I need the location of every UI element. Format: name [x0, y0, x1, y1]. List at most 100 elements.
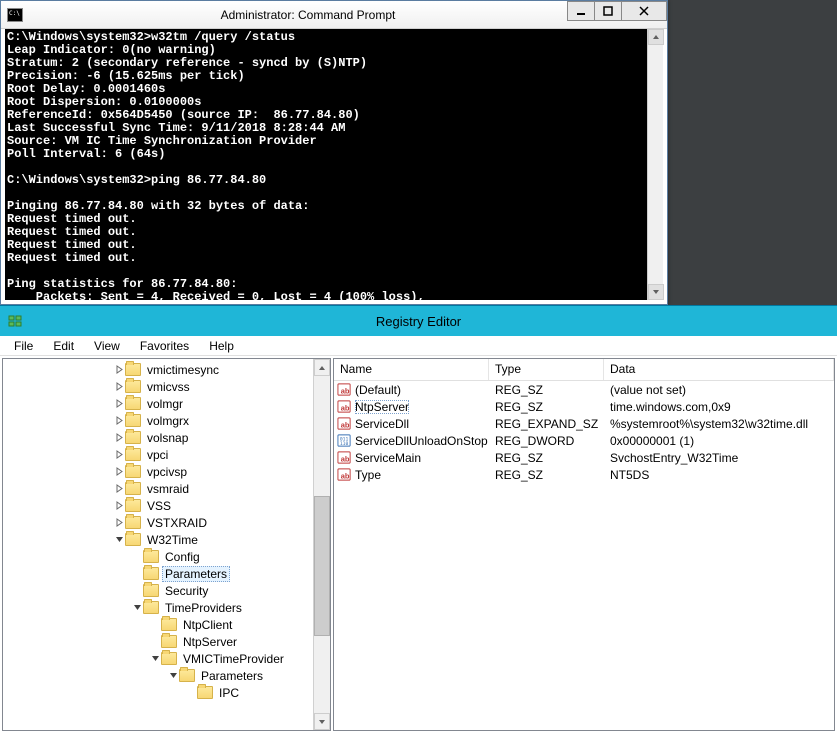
value-type: REG_SZ	[489, 383, 604, 397]
reg-title: Registry Editor	[32, 314, 829, 329]
tree-item[interactable]: VSS	[3, 497, 313, 514]
col-header-name[interactable]: Name	[334, 359, 489, 380]
tree-item-label: NtpServer	[180, 635, 240, 649]
expand-icon[interactable]	[113, 416, 125, 425]
tree-item[interactable]: W32Time	[3, 531, 313, 548]
menu-view[interactable]: View	[84, 337, 130, 355]
tree-item[interactable]: Security	[3, 582, 313, 599]
tree-item[interactable]: vsmraid	[3, 480, 313, 497]
tree-item[interactable]: vmicvss	[3, 378, 313, 395]
value-name: ServiceMain	[355, 451, 421, 465]
expand-icon[interactable]	[113, 535, 125, 544]
menu-file[interactable]: File	[4, 337, 43, 355]
tree-item[interactable]: volmgr	[3, 395, 313, 412]
tree-item[interactable]: Parameters	[3, 667, 313, 684]
tree-scroll-thumb[interactable]	[314, 496, 330, 636]
svg-text:ab: ab	[341, 471, 350, 480]
folder-icon	[125, 380, 141, 393]
svg-text:ab: ab	[341, 403, 350, 412]
folder-icon	[125, 363, 141, 376]
reg-menubar: File Edit View Favorites Help	[0, 336, 837, 356]
value-data: NT5DS	[604, 468, 834, 482]
string-value-icon: ab	[337, 467, 352, 482]
value-type: REG_SZ	[489, 400, 604, 414]
tree-item[interactable]: VMICTimeProvider	[3, 650, 313, 667]
registry-value-row[interactable]: abTypeREG_SZNT5DS	[334, 466, 834, 483]
folder-icon	[125, 482, 141, 495]
tree-item-label: vmictimesync	[144, 363, 222, 377]
tree-item[interactable]: Parameters	[3, 565, 313, 582]
tree-item-label: VMICTimeProvider	[180, 652, 287, 666]
tree-item-label: Config	[162, 550, 203, 564]
value-name: ServiceDllUnloadOnStop	[355, 434, 488, 448]
tree-scroll-down[interactable]	[314, 713, 330, 730]
registry-value-row[interactable]: ab(Default)REG_SZ(value not set)	[334, 381, 834, 398]
value-data: %systemroot%\system32\w32time.dll	[604, 417, 834, 431]
tree-item[interactable]: volsnap	[3, 429, 313, 446]
maximize-button[interactable]	[594, 1, 622, 21]
tree-item[interactable]: NtpClient	[3, 616, 313, 633]
tree-scrollbar[interactable]	[313, 359, 330, 730]
tree-item[interactable]: vpcivsp	[3, 463, 313, 480]
reg-list-panel: Name Type Data ab(Default)REG_SZ(value n…	[333, 358, 835, 731]
expand-icon[interactable]	[113, 450, 125, 459]
tree-item[interactable]: VSTXRAID	[3, 514, 313, 531]
menu-edit[interactable]: Edit	[43, 337, 84, 355]
cmd-icon	[7, 8, 23, 22]
scroll-up-button[interactable]	[648, 29, 664, 45]
tree-item[interactable]: volmgrx	[3, 412, 313, 429]
value-data: 0x00000001 (1)	[604, 434, 834, 448]
cmd-output-area[interactable]: C:\Windows\system32>w32tm /query /status…	[5, 29, 663, 300]
tree-scroll-up[interactable]	[314, 359, 330, 376]
folder-icon	[143, 601, 159, 614]
registry-value-row[interactable]: abServiceDllREG_EXPAND_SZ%systemroot%\sy…	[334, 415, 834, 432]
close-button[interactable]	[621, 1, 667, 21]
registry-value-row[interactable]: abServiceMainREG_SZSvchostEntry_W32Time	[334, 449, 834, 466]
reg-titlebar[interactable]: Registry Editor	[0, 306, 837, 336]
tree-item[interactable]: Config	[3, 548, 313, 565]
expand-icon[interactable]	[131, 603, 143, 612]
cmd-scrollbar[interactable]	[647, 29, 663, 300]
expand-icon[interactable]	[113, 518, 125, 527]
tree-item[interactable]: NtpServer	[3, 633, 313, 650]
expand-icon[interactable]	[113, 365, 125, 374]
folder-icon	[125, 499, 141, 512]
tree-item[interactable]: vmictimesync	[3, 361, 313, 378]
tree-item[interactable]: IPC	[3, 684, 313, 701]
value-name: (Default)	[355, 383, 401, 397]
scroll-down-button[interactable]	[648, 284, 664, 300]
expand-icon[interactable]	[113, 433, 125, 442]
folder-icon	[125, 397, 141, 410]
tree-item-label: NtpClient	[180, 618, 235, 632]
expand-icon[interactable]	[149, 654, 161, 663]
folder-icon	[161, 652, 177, 665]
registry-value-row[interactable]: abNtpServerREG_SZtime.windows.com,0x9	[334, 398, 834, 415]
tree-item-label: Parameters	[198, 669, 266, 683]
cmd-titlebar[interactable]: Administrator: Command Prompt	[1, 1, 667, 29]
expand-icon[interactable]	[113, 382, 125, 391]
value-data: SvchostEntry_W32Time	[604, 451, 834, 465]
svg-text:110: 110	[340, 441, 349, 447]
registry-value-row[interactable]: 011110ServiceDllUnloadOnStopREG_DWORD0x0…	[334, 432, 834, 449]
expand-icon[interactable]	[113, 399, 125, 408]
minimize-button[interactable]	[567, 1, 595, 21]
svg-text:ab: ab	[341, 454, 350, 463]
menu-favorites[interactable]: Favorites	[130, 337, 199, 355]
col-header-data[interactable]: Data	[604, 359, 834, 380]
tree-item-label: volmgr	[144, 397, 186, 411]
expand-icon[interactable]	[113, 501, 125, 510]
expand-icon[interactable]	[113, 484, 125, 493]
scroll-track[interactable]	[648, 45, 663, 284]
tree-item[interactable]: TimeProviders	[3, 599, 313, 616]
folder-icon	[125, 465, 141, 478]
expand-icon[interactable]	[113, 467, 125, 476]
expand-icon[interactable]	[167, 671, 179, 680]
col-header-type[interactable]: Type	[489, 359, 604, 380]
folder-icon	[125, 516, 141, 529]
command-prompt-window: Administrator: Command Prompt C:\Windows…	[0, 0, 668, 305]
reg-tree[interactable]: vmictimesyncvmicvssvolmgrvolmgrxvolsnapv…	[3, 359, 313, 730]
tree-item-label: W32Time	[144, 533, 201, 547]
tree-item[interactable]: vpci	[3, 446, 313, 463]
menu-help[interactable]: Help	[199, 337, 244, 355]
reg-list[interactable]: ab(Default)REG_SZ(value not set)abNtpSer…	[334, 381, 834, 483]
